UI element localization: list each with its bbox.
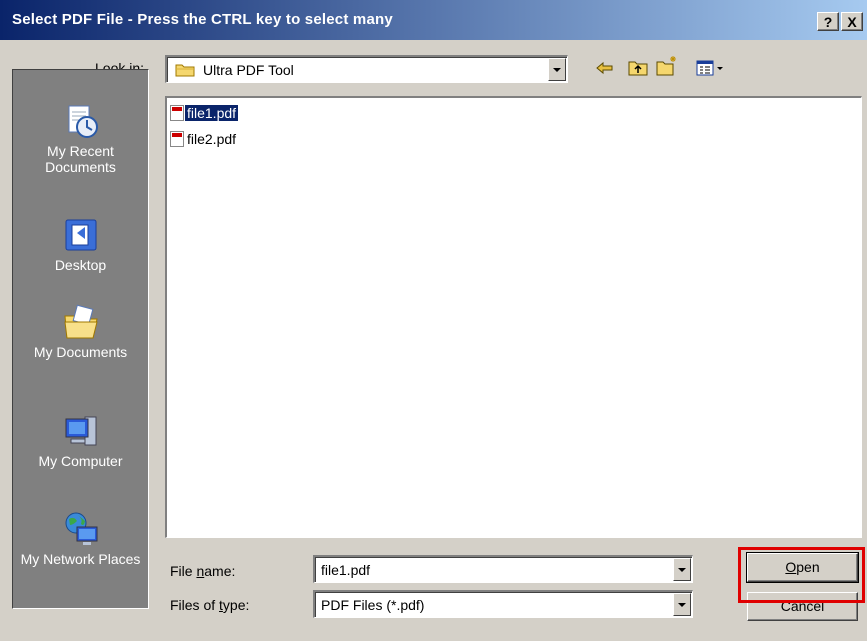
desktop-icon — [63, 217, 99, 253]
new-folder-icon[interactable] — [656, 55, 678, 76]
close-button[interactable]: X — [841, 12, 863, 31]
open-button-highlight — [738, 547, 865, 603]
folder-icon — [175, 62, 195, 77]
recent-documents-icon — [63, 103, 99, 139]
network-places-icon — [63, 511, 99, 547]
up-one-level-icon[interactable] — [628, 58, 648, 76]
file-name: file2.pdf — [187, 131, 237, 147]
place-my-documents[interactable]: My Documents — [13, 304, 148, 360]
place-label: My Recent Documents — [45, 143, 116, 175]
place-network-places[interactable]: My Network Places — [13, 511, 148, 567]
file-type-dropdown[interactable]: PDF Files (*.pdf) — [313, 590, 693, 618]
look-in-dropdown[interactable]: Ultra PDF Tool — [165, 55, 568, 83]
look-in-dropdown-arrow[interactable] — [548, 58, 566, 81]
file-type-label: Files of type: — [170, 597, 250, 613]
file-type-dropdown-arrow[interactable] — [673, 593, 691, 616]
look-in-value: Ultra PDF Tool — [203, 61, 294, 78]
my-computer-icon — [63, 413, 99, 449]
place-label: My Network Places — [20, 551, 141, 567]
back-arrow-icon[interactable] — [596, 61, 614, 75]
pdf-file-icon — [170, 105, 184, 121]
file-type-value: PDF Files (*.pdf) — [321, 596, 425, 613]
file-name: file1.pdf — [185, 105, 239, 121]
file-name-label: File name: — [170, 563, 236, 579]
place-recent-documents[interactable]: My Recent Documents — [13, 103, 148, 175]
file-item[interactable]: file1.pdf — [170, 105, 239, 123]
place-label: My Documents — [33, 344, 128, 360]
place-my-computer[interactable]: My Computer — [13, 413, 148, 469]
file-item[interactable]: file2.pdf — [170, 131, 238, 149]
places-bar: My Recent Documents Desktop My Documents… — [12, 69, 149, 609]
place-label: My Computer — [38, 453, 123, 469]
help-button[interactable]: ? — [817, 12, 839, 31]
file-name-dropdown-arrow[interactable] — [673, 558, 691, 581]
file-name-value[interactable]: file1.pdf — [321, 562, 370, 578]
place-label: Desktop — [54, 257, 107, 273]
my-documents-icon — [63, 304, 99, 340]
view-menu-icon[interactable] — [696, 60, 724, 76]
window-title: Select PDF File - Press the CTRL key to … — [12, 11, 393, 28]
file-list[interactable]: file1.pdf file2.pdf — [165, 96, 862, 538]
place-desktop[interactable]: Desktop — [13, 217, 148, 273]
title-bar: Select PDF File - Press the CTRL key to … — [0, 0, 867, 40]
file-name-input[interactable]: file1.pdf — [313, 555, 693, 583]
pdf-file-icon — [170, 131, 184, 147]
